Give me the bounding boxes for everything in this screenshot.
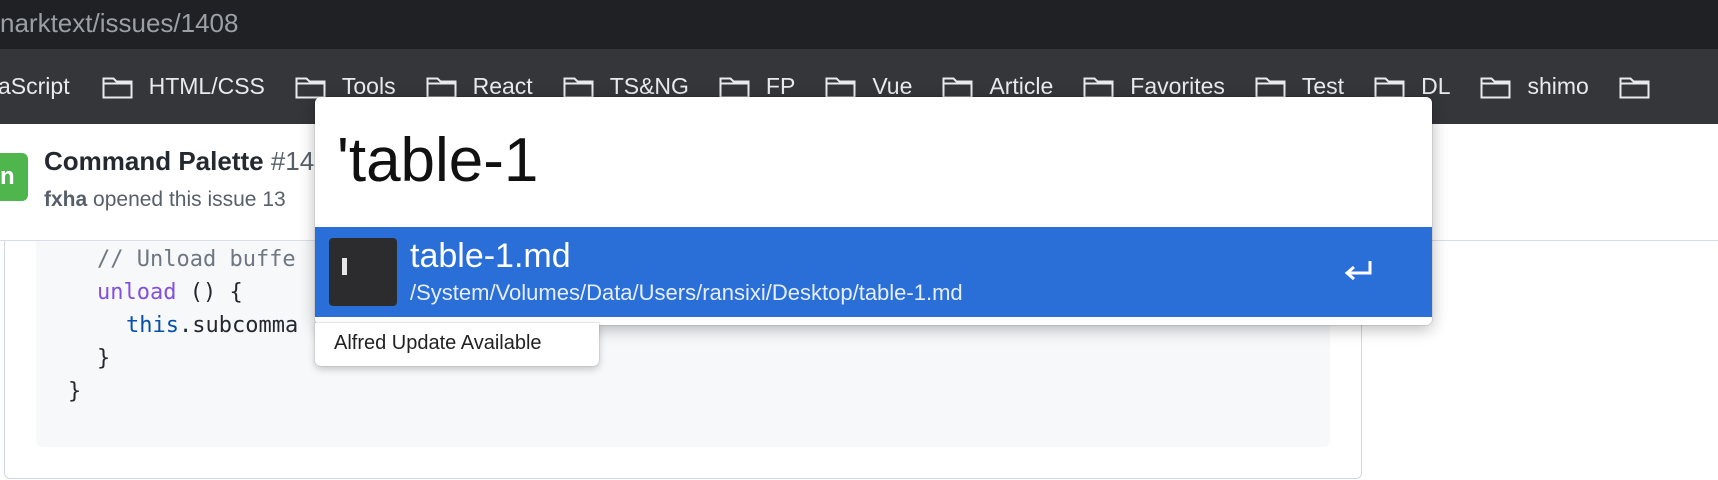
bookmark-folder-html-css[interactable]: HTML/CSS [102, 73, 295, 100]
code-text: () { [176, 280, 243, 305]
code-keyword: unload [97, 280, 177, 305]
avatar[interactable]: n [0, 153, 28, 201]
folder-icon [1083, 77, 1114, 98]
folder-icon [563, 77, 594, 98]
bookmark-label: React [472, 73, 533, 99]
folder-icon [426, 77, 457, 98]
code-line: unload () { [97, 280, 243, 305]
address-bar[interactable]: narktext/issues/1408 [0, 0, 1718, 49]
bookmark-folder-react[interactable]: React [426, 73, 563, 100]
code-line: this.subcomma [126, 313, 298, 338]
bookmark-folder-vue[interactable]: Vue [825, 73, 942, 100]
code-text: } [97, 346, 111, 371]
issue-meta-text: opened this issue 13 [93, 188, 286, 211]
avatar-letter: n [0, 163, 15, 190]
issue-title: Command Palette #14 [44, 146, 314, 177]
cursor-bar [342, 258, 347, 275]
issue-meta: fxha opened this issue 13 [44, 188, 286, 212]
bookmark-folder-test[interactable]: Test [1255, 73, 1374, 100]
folder-icon [295, 77, 326, 98]
folder-icon [719, 77, 750, 98]
issue-number: #14 [270, 146, 315, 176]
code-line: // Unload buffe [97, 247, 296, 272]
bookmark-folder-fp[interactable]: FP [719, 73, 825, 100]
bookmark-label: Test [1301, 73, 1345, 99]
text-document-icon [329, 238, 397, 306]
bookmark-folder-article[interactable]: Article [942, 73, 1083, 100]
code-text: .subcomma [178, 313, 299, 338]
bookmark-label: Vue [872, 73, 913, 99]
issue-author-link[interactable]: fxha [44, 188, 87, 211]
bookmark-folder-tools[interactable]: Tools [295, 73, 426, 100]
folder-icon [942, 77, 973, 98]
bookmark-label: HTML/CSS [148, 73, 265, 99]
code-line: } [68, 379, 81, 404]
bookmark-folder-ts-ng[interactable]: TS&NG [563, 73, 719, 100]
result-path: /System/Volumes/Data/Users/ransixi/Deskt… [410, 280, 963, 305]
bookmark-label: Tools [341, 73, 396, 99]
alfred-window: 'table-1 table-1.md /System/Volumes/Data… [315, 97, 1432, 325]
bookmark-folder-dl[interactable]: DL [1374, 73, 1480, 100]
folder-icon [825, 77, 856, 98]
alfred-update-notice[interactable]: Alfred Update Available [315, 323, 599, 366]
code-comment: // Unload buffe [97, 247, 296, 272]
folder-icon [1619, 77, 1650, 98]
bookmark-label: shimo [1527, 73, 1589, 99]
folder-icon [1255, 77, 1286, 98]
code-text: } [68, 379, 82, 404]
alfred-result-selected[interactable]: table-1.md /System/Volumes/Data/Users/ra… [315, 227, 1432, 317]
bookmark-folder-shimo[interactable]: shimo [1480, 73, 1618, 100]
bookmark-label: DL [1421, 73, 1451, 99]
issue-title-text: Command Palette [44, 146, 264, 176]
enter-return-icon [1344, 261, 1372, 281]
alfred-search-input[interactable]: 'table-1 [337, 125, 538, 196]
folder-icon [1374, 77, 1405, 98]
bookmark-label: FP [765, 73, 796, 99]
code-line: } [97, 346, 110, 371]
bookmark-label: TS&NG [609, 73, 689, 99]
bookmark-label: Favorites [1130, 73, 1225, 99]
code-this-keyword: this [126, 313, 179, 338]
bookmark-folder-favorites[interactable]: Favorites [1083, 73, 1255, 100]
result-title: table-1.md [410, 237, 571, 275]
folder-icon [1480, 77, 1511, 98]
bookmark-label: Article [989, 73, 1054, 99]
folder-icon [102, 77, 133, 98]
bookmark-folder-more[interactable] [1619, 75, 1696, 99]
url-text: narktext/issues/1408 [0, 8, 239, 38]
bookmark-javascript[interactable]: aScript [0, 73, 102, 100]
